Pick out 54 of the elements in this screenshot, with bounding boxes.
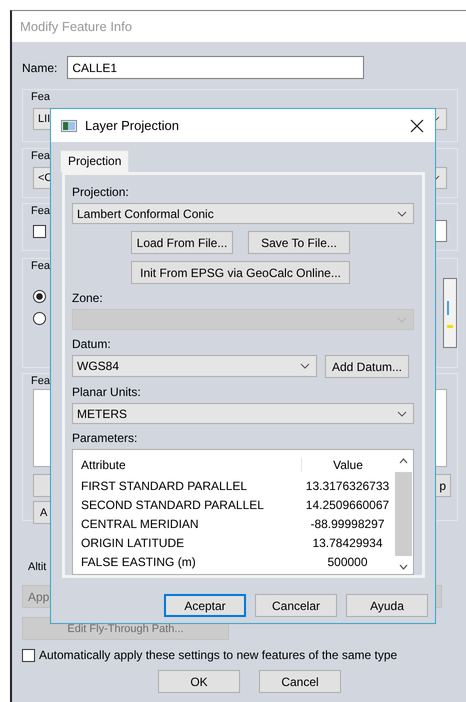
dialog-title: Layer Projection xyxy=(85,118,180,133)
group-label: Fea xyxy=(31,259,50,274)
button[interactable]: Aceptar xyxy=(164,594,246,617)
button[interactable]: Load From File... xyxy=(131,231,233,254)
checkbox-label: Automatically apply these settings to new features of the same type xyxy=(39,648,398,662)
button[interactable]: Cancel xyxy=(259,670,341,693)
add-datum-button[interactable]: Add Datum... xyxy=(325,355,409,378)
name-field[interactable]: CALLE1 xyxy=(67,56,364,79)
datum-dropdown[interactable]: WGS84 xyxy=(72,355,317,378)
table-cell-text: -88.99998297 xyxy=(309,516,386,531)
table-cell-text: FALSE EASTING (m) xyxy=(80,554,197,569)
chevron-down-icon xyxy=(300,363,310,370)
field-label: Projection: xyxy=(72,185,130,200)
field-label: Name: xyxy=(22,60,58,74)
table-cell-text: CENTRAL MERIDIAN xyxy=(80,516,200,531)
chevron-down-icon xyxy=(397,210,407,217)
group-label: Fea xyxy=(31,90,50,105)
table-cell-text: 13.78429934 xyxy=(311,536,384,550)
group-label: Fea xyxy=(31,204,50,219)
close-icon[interactable] xyxy=(410,118,424,132)
table-cell-text: FIRST STANDARD PARALLEL xyxy=(80,478,248,493)
table-cell-text: ORIGIN LATITUDE xyxy=(80,536,186,550)
chevron-down-icon xyxy=(399,564,408,570)
tab[interactable]: Projection xyxy=(60,150,130,172)
line-sample-icon xyxy=(447,301,453,331)
group-label: Fea xyxy=(31,149,50,164)
radio-button[interactable] xyxy=(33,290,46,303)
field-label: Datum: xyxy=(72,337,112,352)
button[interactable]: Save To File... xyxy=(248,231,350,254)
table-cell-text: 13.3176326733 xyxy=(304,478,390,493)
field-label: Zone: xyxy=(72,291,104,306)
epsg-button[interactable]: Init From EPSG via GeoCalc Online... xyxy=(131,261,350,284)
radio-button[interactable] xyxy=(33,312,46,325)
group-label: Fea xyxy=(31,374,50,389)
projection-dropdown[interactable]: Lambert Conformal Conic xyxy=(72,203,414,224)
checkbox[interactable] xyxy=(33,225,46,238)
chevron-up-icon xyxy=(399,458,408,464)
window-title: Modify Feature Info xyxy=(20,19,132,34)
button[interactable]: Ayuda xyxy=(346,594,428,617)
field-label: Planar Units: xyxy=(72,385,142,400)
field-label: Parameters: xyxy=(72,431,138,446)
field-label: Altit xyxy=(28,560,46,575)
button[interactable]: Cancelar xyxy=(255,594,337,617)
column-header[interactable]: Attribute xyxy=(73,458,301,472)
units-dropdown[interactable]: METERS xyxy=(72,403,414,424)
table-cell-text: SECOND STANDARD PARALLEL xyxy=(80,498,265,512)
window-icon xyxy=(61,120,77,132)
button[interactable]: OK xyxy=(158,670,240,693)
chevron-down-icon xyxy=(397,410,407,417)
checkbox[interactable] xyxy=(22,648,35,662)
column-header[interactable]: Value xyxy=(301,458,394,472)
table-cell-text: 14.2509660067 xyxy=(304,498,390,512)
scrollbar-thumb[interactable] xyxy=(395,472,412,556)
table-cell-text: 500000 xyxy=(326,554,369,569)
